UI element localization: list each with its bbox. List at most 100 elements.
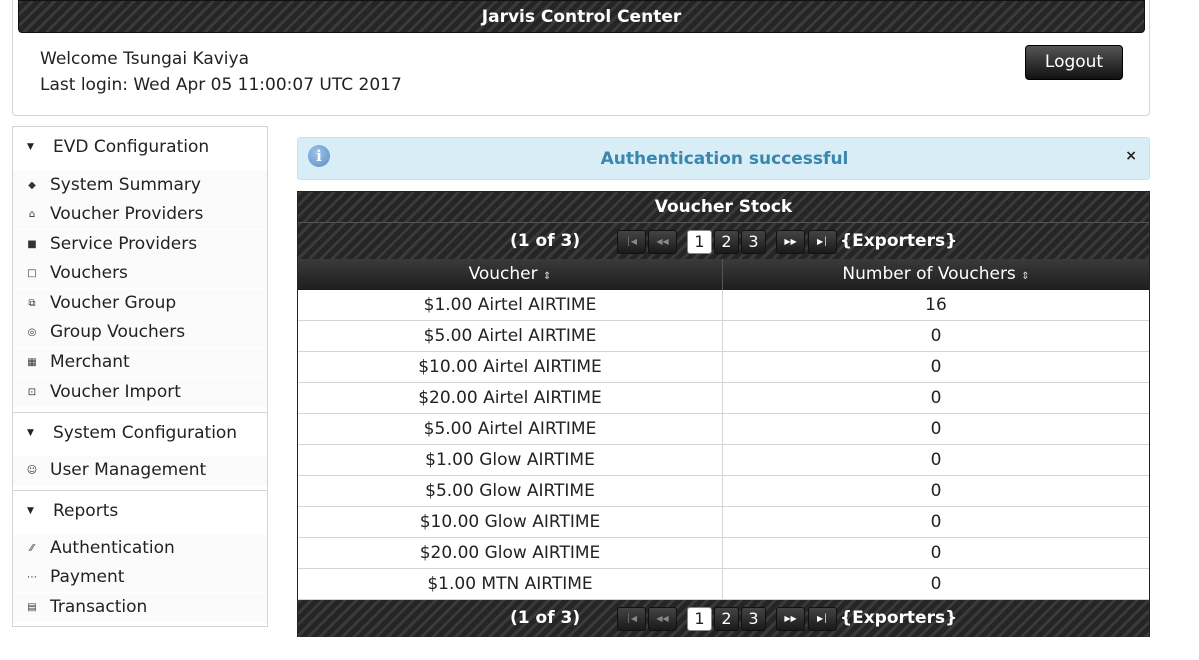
page-link-1[interactable]: 1 xyxy=(687,607,712,631)
menu-item-user-management[interactable]: ☺ User Management xyxy=(13,456,267,485)
voucher-cell: $20.00 Airtel AIRTIME xyxy=(298,383,723,413)
count-cell: 0 xyxy=(930,326,942,346)
import-icon: ⊡ xyxy=(27,387,37,398)
table-row[interactable]: $1.00 MTN AIRTIME 0 xyxy=(298,569,1149,600)
column-header-voucher[interactable]: Voucher ⇕ xyxy=(298,259,723,290)
calculator-icon: ▦ xyxy=(27,357,37,368)
table-row[interactable]: $5.00 Glow AIRTIME 0 xyxy=(298,476,1149,507)
sort-icon: ⇕ xyxy=(543,271,552,282)
previous-page-icon[interactable]: ◀◀ xyxy=(648,607,677,631)
collapse-triangle-icon: ▼ xyxy=(27,506,34,516)
voucher-cell: $20.00 Glow AIRTIME xyxy=(298,538,723,568)
first-page-icon[interactable]: │◀ xyxy=(617,607,646,631)
table-row[interactable]: $1.00 Glow AIRTIME 0 xyxy=(298,445,1149,476)
voucher-cell: $1.00 MTN AIRTIME xyxy=(298,569,723,599)
collapse-triangle-icon: ▼ xyxy=(27,142,34,152)
menu-item-group-vouchers[interactable]: ◎ Group Vouchers xyxy=(13,318,267,347)
paginator-top: (1 of 3) │◀ ◀◀ 1 2 3 ▶▶ ▶│ {Exporters} xyxy=(298,223,1149,260)
welcome-text: Welcome Tsungai Kaviya xyxy=(40,49,250,69)
menu-item-label: Service Providers xyxy=(50,234,198,254)
menu-item-authentication[interactable]: ⁄⁄ Authentication xyxy=(13,534,267,563)
menu-item-transaction[interactable]: ▤ Transaction xyxy=(13,593,267,622)
table-row[interactable]: $5.00 Airtel AIRTIME 0 xyxy=(298,414,1149,445)
page-link-3[interactable]: 3 xyxy=(741,607,766,631)
disk-icon: ◎ xyxy=(27,327,37,338)
first-page-icon[interactable]: │◀ xyxy=(617,230,646,254)
page-report: (1 of 3) xyxy=(510,608,581,628)
menu-item-voucher-import[interactable]: ⊡ Voucher Import xyxy=(13,378,267,407)
page-link-2[interactable]: 2 xyxy=(714,230,739,254)
success-alert: i Authentication successful × xyxy=(297,137,1150,180)
voucher-cell: $1.00 Airtel AIRTIME xyxy=(298,290,723,320)
logout-button[interactable]: Logout xyxy=(1025,45,1123,80)
sidebar-menu: ▼ EVD Configuration ◆ System Summary ⌂ V… xyxy=(12,126,268,627)
person-icon: ☺ xyxy=(26,465,38,476)
sort-icon: ⇕ xyxy=(1021,271,1030,282)
table-row[interactable]: $1.00 Airtel AIRTIME 16 xyxy=(298,290,1149,321)
voucher-cell: $5.00 Airtel AIRTIME xyxy=(298,414,723,444)
menu-item-voucher-providers[interactable]: ⌂ Voucher Providers xyxy=(13,200,267,229)
count-cell: 0 xyxy=(930,419,942,439)
menu-item-label: Voucher Group xyxy=(50,293,177,313)
menu-item-label: Voucher Import xyxy=(50,382,181,402)
voucher-stock-table: Voucher Stock (1 of 3) │◀ ◀◀ 1 2 3 ▶▶ ▶│… xyxy=(297,191,1150,637)
voucher-cell: $10.00 Glow AIRTIME xyxy=(298,507,723,537)
menu-item-label: Transaction xyxy=(50,597,148,617)
next-page-icon[interactable]: ▶▶ xyxy=(776,607,805,631)
column-header-label: Voucher xyxy=(468,264,538,284)
app-title: Jarvis Control Center xyxy=(18,0,1145,33)
count-cell: 16 xyxy=(925,295,947,315)
grip-icon: ⋯ xyxy=(27,572,37,583)
last-page-icon[interactable]: ▶│ xyxy=(808,230,837,254)
count-cell: 0 xyxy=(930,574,942,594)
menu-item-label: Group Vouchers xyxy=(50,322,186,342)
count-cell: 0 xyxy=(930,512,942,532)
page-link-2[interactable]: 2 xyxy=(714,607,739,631)
table-row[interactable]: $5.00 Airtel AIRTIME 0 xyxy=(298,321,1149,352)
folder-icon: ■ xyxy=(27,239,37,250)
column-header-number-of-vouchers[interactable]: Number of Vouchers ⇕ xyxy=(723,259,1149,290)
count-cell: 0 xyxy=(930,450,942,470)
menu-item-voucher-group[interactable]: ⧉ Voucher Group xyxy=(13,289,267,318)
voucher-cell: $10.00 Airtel AIRTIME xyxy=(298,352,723,382)
count-cell: 0 xyxy=(930,481,942,501)
menu-item-label: Merchant xyxy=(50,352,130,372)
last-page-icon[interactable]: ▶│ xyxy=(808,607,837,631)
count-cell: 0 xyxy=(930,388,942,408)
menu-section-reports[interactable]: ▼ Reports xyxy=(13,490,267,530)
table-row[interactable]: $10.00 Glow AIRTIME 0 xyxy=(298,507,1149,538)
menu-section-system-configuration[interactable]: ▼ System Configuration xyxy=(13,412,267,452)
count-cell: 0 xyxy=(930,543,942,563)
count-cell: 0 xyxy=(930,357,942,377)
menu-section-evd-configuration[interactable]: ▼ EVD Configuration xyxy=(13,127,267,167)
menu-item-vouchers[interactable]: □ Vouchers xyxy=(13,259,267,288)
menu-item-system-summary[interactable]: ◆ System Summary xyxy=(13,171,267,200)
menu-section-label: Reports xyxy=(53,501,119,521)
page-link-1[interactable]: 1 xyxy=(687,230,712,254)
table-row[interactable]: $10.00 Airtel AIRTIME 0 xyxy=(298,352,1149,383)
previous-page-icon[interactable]: ◀◀ xyxy=(648,230,677,254)
collapse-triangle-icon: ▼ xyxy=(27,428,34,438)
home-icon: ⌂ xyxy=(28,209,36,220)
menu-item-merchant[interactable]: ▦ Merchant xyxy=(13,348,267,377)
alert-message: Authentication successful xyxy=(600,149,849,169)
exporters-link[interactable]: {Exporters} xyxy=(840,223,957,260)
menu-section-label: EVD Configuration xyxy=(53,137,210,157)
cart-icon: ▤ xyxy=(27,602,37,613)
document-icon: □ xyxy=(27,268,37,279)
pencil-icon: ⁄⁄ xyxy=(30,543,34,554)
last-login-text: Last login: Wed Apr 05 11:00:07 UTC 2017 xyxy=(40,75,402,95)
menu-item-payment[interactable]: ⋯ Payment xyxy=(13,563,267,592)
exporters-link[interactable]: {Exporters} xyxy=(840,600,957,637)
next-page-icon[interactable]: ▶▶ xyxy=(776,230,805,254)
close-icon[interactable]: × xyxy=(1125,148,1137,164)
copy-icon: ⧉ xyxy=(28,298,36,309)
page-link-3[interactable]: 3 xyxy=(741,230,766,254)
menu-item-label: Payment xyxy=(50,567,125,587)
menu-item-service-providers[interactable]: ■ Service Providers xyxy=(13,230,267,259)
voucher-cell: $5.00 Glow AIRTIME xyxy=(298,476,723,506)
voucher-cell: $5.00 Airtel AIRTIME xyxy=(298,321,723,351)
table-row[interactable]: $20.00 Glow AIRTIME 0 xyxy=(298,538,1149,569)
table-title: Voucher Stock xyxy=(298,192,1149,223)
table-row[interactable]: $20.00 Airtel AIRTIME 0 xyxy=(298,383,1149,414)
